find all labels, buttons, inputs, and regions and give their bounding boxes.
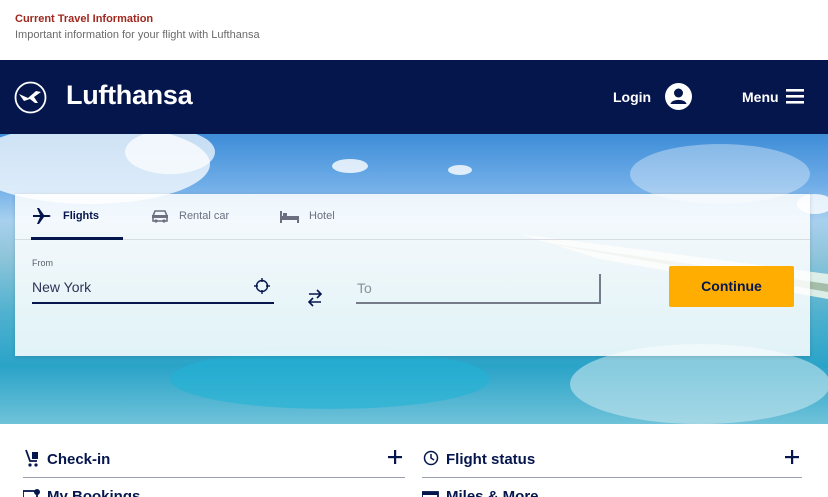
clock-icon — [423, 450, 439, 466]
travel-info-title[interactable]: Current Travel Information — [15, 13, 153, 25]
from-label: From — [32, 258, 53, 268]
active-tab-indicator — [31, 237, 123, 240]
user-avatar-icon[interactable] — [665, 83, 692, 110]
plus-icon[interactable] — [785, 450, 799, 464]
quick-link-label: Miles & More — [446, 488, 539, 497]
from-value[interactable]: New York — [32, 279, 91, 295]
from-field[interactable]: New York — [32, 270, 274, 304]
brand-wordmark[interactable]: Lufthansa — [66, 80, 193, 111]
card-icon — [422, 491, 439, 497]
hamburger-menu-icon[interactable] — [786, 89, 804, 104]
quick-link-label: Flight status — [446, 451, 536, 468]
quick-link-miles-more[interactable]: Miles & More — [422, 484, 802, 497]
travel-info-subtitle: Important information for your flight wi… — [15, 29, 260, 41]
quick-link-my-bookings[interactable]: My Bookings — [23, 484, 405, 497]
quick-link-label: Check-in — [47, 451, 111, 468]
login-link[interactable]: Login — [613, 89, 651, 105]
airplane-icon — [33, 208, 51, 224]
tab-flights-label: Flights — [63, 210, 100, 222]
quick-link-check-in[interactable]: Check-in — [23, 425, 405, 479]
tab-hotel-label: Hotel — [309, 210, 335, 222]
to-field[interactable]: To — [356, 274, 601, 304]
ticket-icon — [23, 489, 40, 497]
divider — [23, 477, 405, 478]
tab-hotel[interactable]: Hotel — [280, 194, 360, 240]
tab-rental-car[interactable]: Rental car — [150, 194, 250, 240]
tab-flights[interactable]: Flights — [31, 194, 123, 240]
car-icon — [152, 210, 168, 223]
quick-link-flight-status[interactable]: Flight status — [422, 425, 802, 479]
quick-link-label: My Bookings — [47, 488, 141, 497]
locate-me-icon[interactable] — [254, 278, 270, 294]
menu-button[interactable]: Menu — [742, 89, 779, 105]
divider — [422, 477, 802, 478]
tab-rental-car-label: Rental car — [179, 210, 230, 222]
to-placeholder[interactable]: To — [357, 280, 372, 296]
swap-icon[interactable] — [307, 288, 323, 308]
travel-info-banner[interactable]: Current Travel Information Important inf… — [0, 0, 828, 60]
continue-button[interactable]: Continue — [669, 266, 794, 307]
bed-icon — [280, 211, 299, 223]
plus-icon[interactable] — [388, 450, 402, 464]
booking-panel: Flights Rental car Hotel From New York T… — [15, 194, 810, 356]
booking-tabs: Flights Rental car Hotel — [15, 194, 810, 240]
check-in-icon — [25, 449, 38, 467]
lufthansa-crane-logo-icon[interactable] — [14, 81, 47, 114]
